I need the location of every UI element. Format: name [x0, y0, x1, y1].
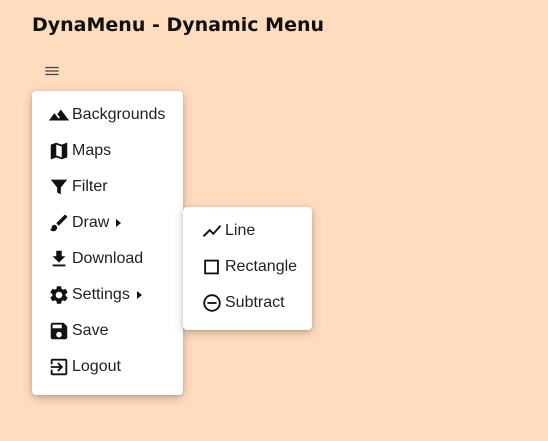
menu-item-label: Backgrounds	[72, 106, 166, 123]
submenu-item-label: Line	[225, 222, 256, 239]
menu-item-backgrounds[interactable]: Backgrounds	[32, 97, 183, 133]
menu-item-save[interactable]: Save	[32, 313, 183, 349]
submenu-item-line[interactable]: Line	[183, 213, 312, 249]
submenu-item-label: Rectangle	[225, 258, 298, 275]
menu-item-maps[interactable]: Maps	[32, 133, 183, 169]
square-outline-icon	[201, 256, 223, 278]
submenu-item-label: Subtract	[225, 294, 285, 311]
menu-item-draw[interactable]: Draw	[32, 205, 183, 241]
submenu-item-rectangle[interactable]: Rectangle	[183, 249, 312, 285]
filter-icon	[48, 176, 70, 198]
brush-icon	[48, 212, 70, 234]
menu-item-download[interactable]: Download	[32, 241, 183, 277]
save-icon	[48, 320, 70, 342]
download-icon	[48, 248, 70, 270]
menu-item-label: Settings	[72, 286, 130, 303]
line-chart-icon	[201, 220, 223, 242]
terrain-icon	[48, 104, 70, 126]
caret-right-icon	[136, 290, 144, 300]
minus-circle-icon	[201, 292, 223, 314]
hamburger-menu-button[interactable]	[40, 61, 64, 81]
menu-item-label: Download	[72, 250, 144, 267]
draw-submenu: Line Rectangle Subtract	[183, 207, 312, 330]
caret-right-icon	[115, 218, 123, 228]
menu-item-label: Filter	[72, 178, 108, 195]
submenu-item-subtract[interactable]: Subtract	[183, 285, 312, 321]
main-menu: Backgrounds Maps Filter Draw Download Se…	[32, 91, 183, 395]
menu-item-filter[interactable]: Filter	[32, 169, 183, 205]
menu-item-label: Maps	[72, 142, 112, 159]
hamburger-icon	[45, 66, 59, 76]
menu-item-label: Save	[72, 322, 109, 339]
logout-icon	[48, 356, 70, 378]
menu-item-logout[interactable]: Logout	[32, 349, 183, 385]
menu-item-settings[interactable]: Settings	[32, 277, 183, 313]
menu-item-label: Draw	[72, 214, 110, 231]
map-icon	[48, 140, 70, 162]
page-title: DynaMenu - Dynamic Menu	[32, 14, 325, 36]
menu-item-label: Logout	[72, 358, 121, 375]
gear-icon	[48, 284, 70, 306]
